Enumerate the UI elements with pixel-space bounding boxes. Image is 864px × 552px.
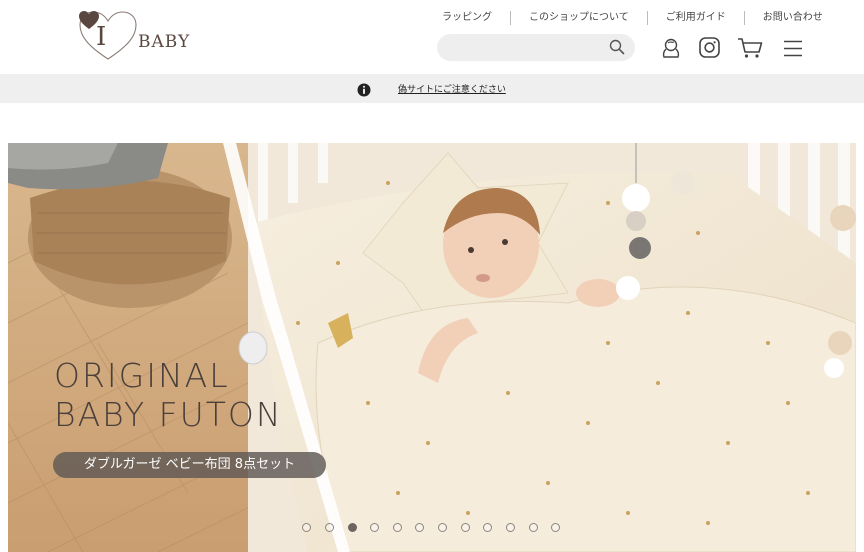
carousel-dot[interactable] bbox=[529, 523, 538, 532]
info-icon bbox=[357, 82, 371, 101]
logo-word: BABY bbox=[138, 32, 191, 52]
carousel-dot[interactable] bbox=[393, 523, 402, 532]
carousel-dot[interactable] bbox=[551, 523, 560, 532]
hero-title-line2: BABY FUTON bbox=[54, 395, 283, 434]
logo-heart-icon bbox=[79, 11, 99, 29]
site-header: I BABY ラッピング このショップについて ご利用ガイド お問い合わせ bbox=[0, 0, 864, 74]
carousel-pagination bbox=[0, 523, 864, 535]
search-icon[interactable] bbox=[609, 39, 625, 59]
carousel-dot[interactable] bbox=[506, 523, 515, 532]
search-input[interactable] bbox=[449, 38, 603, 59]
hero-title-line1: ORIGINAL bbox=[54, 356, 230, 395]
nav-about-shop-link[interactable]: このショップについて bbox=[510, 11, 647, 25]
nav-contact-link[interactable]: お問い合わせ bbox=[743, 11, 841, 25]
search-box bbox=[437, 34, 635, 61]
hero-subtitle-pill[interactable]: ダブルガーゼ ベビー布団 8点セット bbox=[53, 452, 326, 478]
carousel-dot[interactable] bbox=[483, 523, 492, 532]
hamburger-menu-icon[interactable] bbox=[783, 40, 803, 61]
instagram-icon[interactable] bbox=[699, 37, 720, 62]
carousel-dot[interactable] bbox=[461, 523, 470, 532]
carousel-dot[interactable] bbox=[415, 523, 424, 532]
cart-icon[interactable] bbox=[737, 37, 763, 63]
carousel-dot[interactable] bbox=[438, 523, 447, 532]
hero-title: ORIGINAL BABY FUTON bbox=[54, 356, 283, 434]
nav-guide-link[interactable]: ご利用ガイド bbox=[646, 11, 744, 25]
hero-photo bbox=[8, 143, 856, 552]
carousel-dot[interactable] bbox=[370, 523, 379, 532]
hero-banner[interactable]: ORIGINAL BABY FUTON ダブルガーゼ ベビー布団 8点セット bbox=[8, 143, 856, 552]
notice-bar: 偽サイトにご注意ください bbox=[0, 74, 864, 103]
top-navigation: ラッピング このショップについて ご利用ガイド お問い合わせ bbox=[430, 10, 841, 26]
nav-wrapping-link[interactable]: ラッピング bbox=[430, 11, 510, 25]
brand-logo[interactable]: I BABY bbox=[78, 10, 198, 62]
carousel-dot[interactable] bbox=[325, 523, 334, 532]
carousel-dot-active[interactable] bbox=[348, 523, 357, 532]
account-icon[interactable] bbox=[661, 37, 681, 63]
carousel-dot[interactable] bbox=[302, 523, 311, 532]
fake-site-warning-link[interactable]: 偽サイトにご注意ください bbox=[398, 82, 506, 95]
